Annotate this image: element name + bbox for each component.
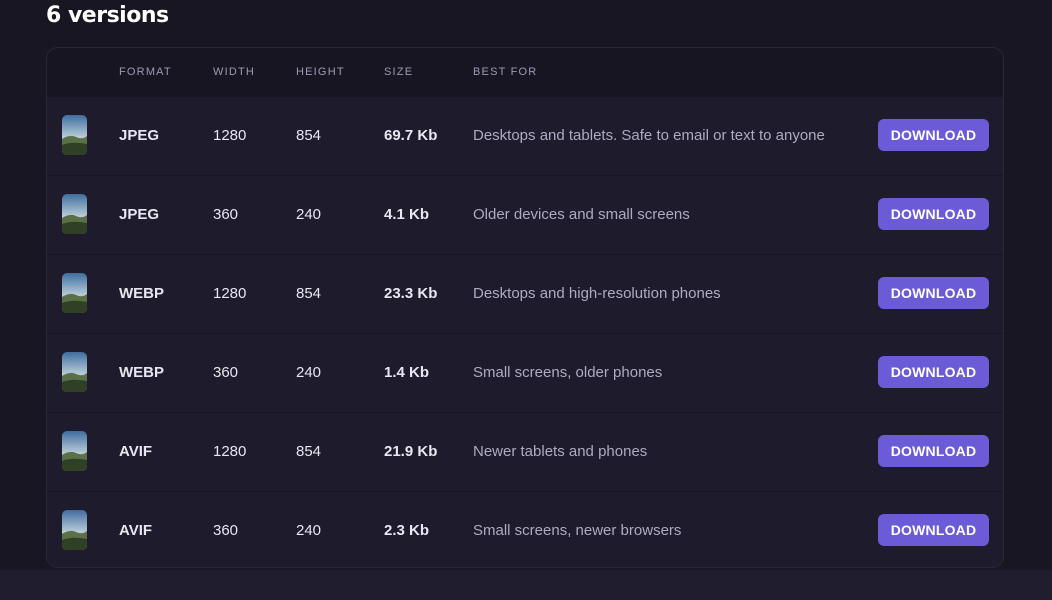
column-header-size: SIZE [384, 66, 414, 78]
cell-width: 360 [213, 522, 239, 539]
cell-best-for: Desktops and tablets. Safe to email or t… [473, 127, 825, 144]
landscape-thumbnail-icon [62, 510, 87, 550]
cell-height: 854 [296, 285, 322, 302]
download-button[interactable]: DOWNLOAD [878, 514, 989, 546]
table-row: AVIF 360 240 2.3 Kb Small screens, newer… [47, 491, 1003, 567]
cell-format: JPEG [119, 127, 160, 144]
cell-height: 240 [296, 522, 322, 539]
cell-width: 1280 [213, 127, 247, 144]
page: 6 versions FORMAT WIDTH HEIGHT SIZE BEST… [0, 0, 1052, 600]
table-row: WEBP 1280 854 23.3 Kb Desktops and high-… [47, 254, 1003, 333]
cell-height: 854 [296, 127, 322, 144]
cell-best-for: Desktops and high-resolution phones [473, 285, 721, 302]
download-button[interactable]: DOWNLOAD [878, 435, 989, 467]
download-button[interactable]: DOWNLOAD [878, 277, 989, 309]
column-header-format: FORMAT [119, 66, 172, 78]
cell-size: 2.3 Kb [384, 522, 430, 539]
cell-format: WEBP [119, 285, 164, 302]
landscape-thumbnail-icon [62, 194, 87, 234]
cell-size: 4.1 Kb [384, 206, 430, 223]
cell-height: 240 [296, 206, 322, 223]
cell-size: 1.4 Kb [384, 364, 430, 381]
cell-width: 360 [213, 364, 239, 381]
landscape-thumbnail-icon [62, 115, 87, 155]
landscape-thumbnail-icon [62, 431, 87, 471]
cell-format: AVIF [119, 522, 153, 539]
column-header-best-for: BEST FOR [473, 66, 538, 78]
cell-format: JPEG [119, 206, 160, 223]
table-row: JPEG 1280 854 69.7 Kb Desktops and table… [47, 96, 1003, 175]
landscape-thumbnail-icon [62, 352, 87, 392]
download-button[interactable]: DOWNLOAD [878, 356, 989, 388]
cell-format: AVIF [119, 443, 153, 460]
table-row: JPEG 360 240 4.1 Kb Older devices and sm… [47, 175, 1003, 254]
table-row: AVIF 1280 854 21.9 Kb Newer tablets and … [47, 412, 1003, 491]
cell-best-for: Small screens, newer browsers [473, 522, 682, 539]
cell-format: WEBP [119, 364, 164, 381]
download-button[interactable]: DOWNLOAD [878, 198, 989, 230]
cell-size: 69.7 Kb [384, 127, 438, 144]
cell-best-for: Newer tablets and phones [473, 443, 648, 460]
cell-height: 240 [296, 364, 322, 381]
cell-width: 1280 [213, 285, 247, 302]
table-row: WEBP 360 240 1.4 Kb Small screens, older… [47, 333, 1003, 412]
versions-heading: 6 versions [46, 3, 169, 28]
cell-size: 23.3 Kb [384, 285, 438, 302]
cell-width: 1280 [213, 443, 247, 460]
cell-height: 854 [296, 443, 322, 460]
landscape-thumbnail-icon [62, 273, 87, 313]
cell-width: 360 [213, 206, 239, 223]
column-header-width: WIDTH [213, 66, 256, 78]
cell-size: 21.9 Kb [384, 443, 438, 460]
versions-table: FORMAT WIDTH HEIGHT SIZE BEST FOR JPEG 1… [46, 47, 1004, 568]
column-header-height: HEIGHT [296, 66, 345, 78]
table-header: FORMAT WIDTH HEIGHT SIZE BEST FOR [47, 48, 1003, 96]
footer-band [0, 570, 1052, 600]
download-button[interactable]: DOWNLOAD [878, 119, 989, 151]
cell-best-for: Small screens, older phones [473, 364, 663, 381]
cell-best-for: Older devices and small screens [473, 206, 690, 223]
